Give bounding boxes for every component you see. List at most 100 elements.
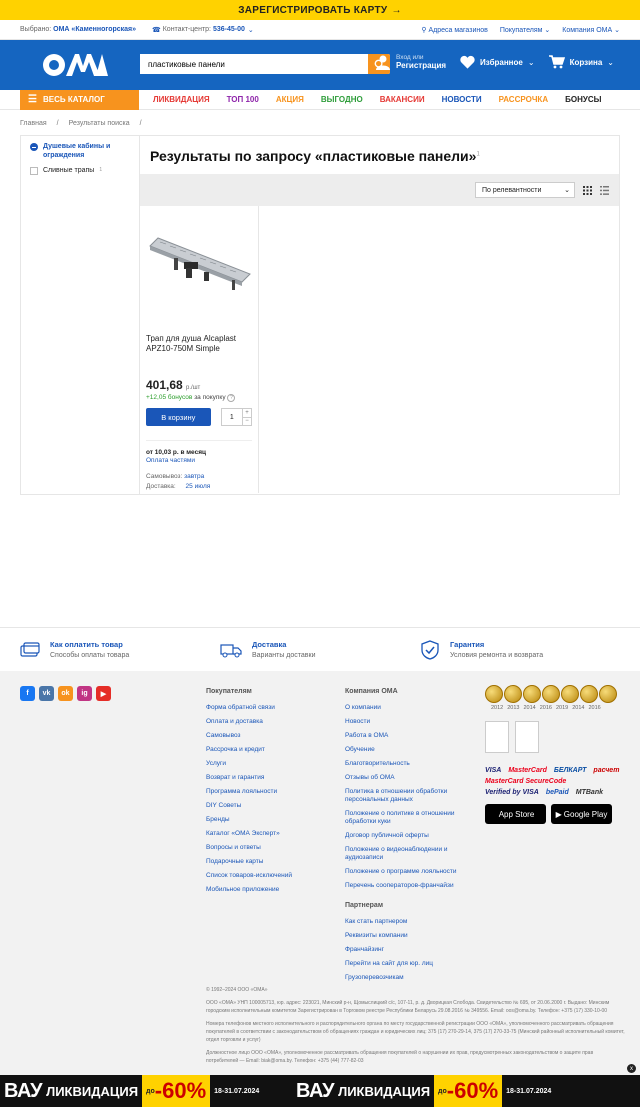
nav-item-0[interactable]: ЛИКВИДАЦИЯ bbox=[153, 95, 210, 104]
footer-link[interactable]: Как стать партнером bbox=[345, 918, 465, 926]
footer-link[interactable]: Обучение bbox=[345, 746, 465, 754]
chevron-down-icon[interactable]: ⌄ bbox=[248, 26, 254, 34]
nav-item-1[interactable]: ТОП 100 bbox=[227, 95, 259, 104]
cart-row: В корзину 1 + − bbox=[146, 408, 252, 426]
footer-link[interactable]: Возврат и гарантия bbox=[206, 774, 326, 782]
register-card-bar[interactable]: ЗАРЕГИСТРИРОВАТЬ КАРТУ → bbox=[0, 0, 640, 20]
footer-link[interactable]: Список товаров-исключений bbox=[206, 872, 326, 880]
footer-link[interactable]: Новости bbox=[345, 718, 465, 726]
installment-link[interactable]: Оплата частями bbox=[146, 457, 252, 464]
social-icon-1[interactable]: vk bbox=[39, 686, 54, 701]
nav-item-5[interactable]: НОВОСТИ bbox=[442, 95, 482, 104]
payment-logo: MasterCard bbox=[508, 767, 547, 774]
nav-item-2[interactable]: АКЦИЯ bbox=[276, 95, 304, 104]
increment-icon[interactable]: + bbox=[243, 409, 251, 417]
selected-store[interactable]: ОМА «Каменногорская» bbox=[53, 26, 136, 33]
add-to-cart-button[interactable]: В корзину bbox=[146, 408, 211, 426]
footer-link[interactable]: Грузоперевозчикам bbox=[345, 974, 465, 982]
banner-prefix: до bbox=[438, 1087, 447, 1095]
social-icon-3[interactable]: ig bbox=[77, 686, 92, 701]
footer-link[interactable]: Рассрочка и кредит bbox=[206, 746, 326, 754]
cart-button[interactable]: Корзина ⌄ bbox=[548, 55, 614, 69]
filter-item[interactable]: Душевые кабины и ограждения bbox=[21, 136, 139, 160]
footer-link[interactable]: Франчайзинг bbox=[345, 946, 465, 954]
footer-link[interactable]: Положение о программе лояльности bbox=[345, 868, 465, 876]
search-input[interactable] bbox=[140, 54, 368, 74]
social-icon-4[interactable]: ▶ bbox=[96, 686, 111, 701]
footer-link[interactable]: Работа в ОМА bbox=[345, 732, 465, 740]
banner-dates: 18-31.07.2024 bbox=[506, 1087, 552, 1095]
company-menu[interactable]: Компания ОМА ⌄ bbox=[562, 26, 620, 34]
footer-link[interactable]: Программа лояльности bbox=[206, 788, 326, 796]
footer-link[interactable]: Каталог «ОМА Эксперт» bbox=[206, 830, 326, 838]
nav-item-7[interactable]: БОНУСЫ bbox=[565, 95, 601, 104]
filter-checked-icon[interactable] bbox=[30, 143, 38, 151]
footer-link[interactable]: Отзывы об ОМА bbox=[345, 774, 465, 782]
quantity-value[interactable]: 1 bbox=[222, 409, 242, 425]
footer-link[interactable]: Договор публичной оферты bbox=[345, 832, 465, 840]
favorites-button[interactable]: Избранное ⌄ bbox=[460, 55, 535, 69]
legal-text: Должностное лицо ООО «ОМА», уполномоченн… bbox=[206, 1050, 594, 1064]
footer-link[interactable]: Перечень сооператоров-франчайзи bbox=[345, 882, 465, 890]
certificate-icon[interactable] bbox=[515, 721, 539, 753]
social-icon-2[interactable]: ok bbox=[58, 686, 73, 701]
product-name[interactable]: Трап для душа Alcaplast APZ10-750M Simpl… bbox=[146, 334, 252, 354]
app-store-button[interactable]: App Store bbox=[485, 804, 546, 824]
footer-link[interactable]: Положение о видеонаблюдении и аудиозапис… bbox=[345, 846, 465, 862]
payment-logo: bePaid bbox=[545, 789, 569, 796]
nav-item-6[interactable]: РАССРОЧКА bbox=[499, 95, 549, 104]
certificate-icon[interactable] bbox=[485, 721, 509, 753]
delivery-info: Самовывоз: завтра Доставка: 25 июля bbox=[146, 472, 252, 492]
footer-link[interactable]: Благотворительность bbox=[345, 760, 465, 768]
list-view-icon[interactable] bbox=[600, 185, 609, 195]
breadcrumb-home[interactable]: Главная bbox=[20, 120, 47, 127]
footer-link[interactable]: Вопросы и ответы bbox=[206, 844, 326, 852]
quantity-stepper[interactable]: 1 + − bbox=[220, 408, 252, 426]
google-play-button[interactable]: ▶ Google Play bbox=[551, 804, 612, 824]
product-image[interactable] bbox=[146, 212, 252, 312]
medal-icon bbox=[599, 685, 617, 703]
stores-link[interactable]: ⚲ Адреса магазинов bbox=[421, 26, 488, 34]
filter-item[interactable]: Сливные трапы 1 bbox=[21, 160, 139, 175]
footer-link[interactable]: DIY Советы bbox=[206, 802, 326, 810]
filter-checkbox[interactable] bbox=[30, 167, 38, 175]
catalog-button[interactable]: ☰ ВЕСЬ КАТАЛОГ bbox=[20, 89, 139, 110]
close-icon[interactable]: x bbox=[627, 1064, 636, 1073]
pickup-value[interactable]: завтра bbox=[184, 473, 204, 480]
award-years: 2012 2013 2014 2016 2019 2014 2016 bbox=[485, 705, 620, 711]
footer-link[interactable]: Форма обратной связи bbox=[206, 704, 326, 712]
footer-link[interactable]: Положение о политике в отношении обработ… bbox=[345, 810, 465, 826]
social-icon-0[interactable]: f bbox=[20, 686, 35, 701]
oma-logo[interactable] bbox=[40, 50, 110, 80]
product-price: 401,68 р./шт bbox=[146, 378, 252, 392]
footer-link[interactable]: Мобильное приложение bbox=[206, 886, 326, 894]
help-icon[interactable]: ? bbox=[227, 394, 236, 402]
footer-link[interactable]: Перейти на сайт для юр. лиц bbox=[345, 960, 465, 968]
footer-link[interactable]: Реквизиты компании bbox=[345, 932, 465, 940]
footer-link[interactable]: Услуги bbox=[206, 760, 326, 768]
product-card[interactable]: Трап для душа Alcaplast APZ10-750M Simpl… bbox=[140, 206, 259, 493]
decrement-icon[interactable]: − bbox=[243, 416, 251, 426]
nav-item-3[interactable]: ВЫГОДНО bbox=[321, 95, 363, 104]
feature-payment[interactable]: Как оплатить товар Способы оплаты товара bbox=[20, 640, 220, 659]
sort-select-value: По релевантности bbox=[482, 186, 542, 194]
grid-view-icon[interactable] bbox=[583, 185, 592, 195]
footer-link[interactable]: Оплата и доставка bbox=[206, 718, 326, 726]
footer-link[interactable]: Подарочные карты bbox=[206, 858, 326, 866]
login-button[interactable]: Вход или Регистрация bbox=[375, 54, 446, 70]
liquidation-banner[interactable]: x ВАУ ЛИКВИДАЦИЯ до -60% 18-31.07.2024 ВА… bbox=[0, 1064, 640, 1107]
footer-link[interactable]: О компании bbox=[345, 704, 465, 712]
footer-link[interactable]: Политика в отношении обработки персональ… bbox=[345, 788, 465, 804]
payment-logo: БЕЛКАРТ bbox=[553, 767, 587, 774]
buyers-menu[interactable]: Покупателям ⌄ bbox=[500, 26, 550, 34]
footer-link[interactable]: Самовывоз bbox=[206, 732, 326, 740]
footer-link[interactable]: Бренды bbox=[206, 816, 326, 824]
delivery-value[interactable]: 25 июля bbox=[186, 483, 211, 490]
copyright: © 1992–2024 ООО «ОМА» bbox=[206, 987, 268, 993]
nav-item-4[interactable]: ВАКАНСИИ bbox=[380, 95, 425, 104]
feature-warranty[interactable]: Гарантия Условия ремонта и возврата bbox=[420, 639, 620, 660]
sort-select[interactable]: По релевантности ⌄ bbox=[475, 182, 575, 198]
contact-phone[interactable]: 536-45-00 bbox=[213, 26, 245, 33]
breadcrumb-separator: / bbox=[56, 119, 59, 127]
feature-delivery[interactable]: Доставка Варианты доставки bbox=[220, 640, 420, 659]
